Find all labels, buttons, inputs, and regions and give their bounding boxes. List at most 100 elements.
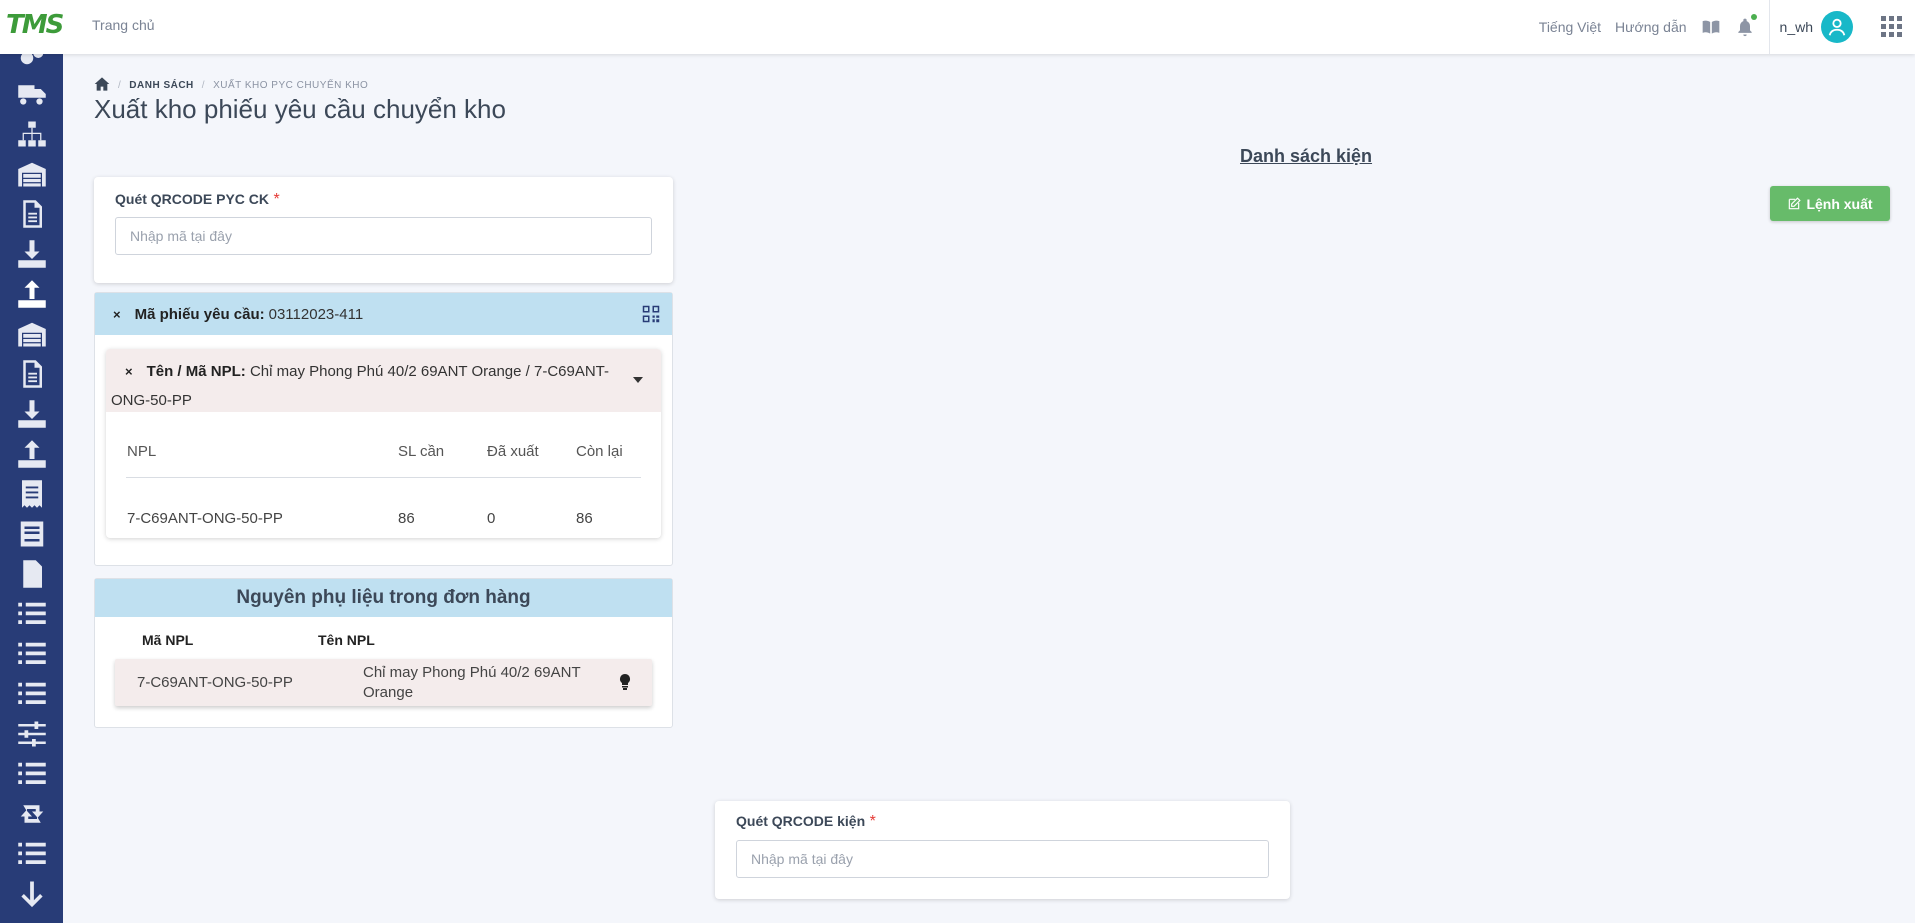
sidebar-item-receipts[interactable] bbox=[0, 474, 63, 514]
material-name: Chỉ may Phong Phú 40/2 69ANT Orange bbox=[363, 664, 581, 701]
language-selector[interactable]: Tiếng Việt bbox=[1539, 19, 1601, 35]
breadcrumb-separator: / bbox=[201, 80, 206, 91]
download-icon bbox=[17, 240, 46, 268]
table-divider bbox=[126, 477, 641, 478]
top-navbar: TMS Trang chủ Tiếng Việt Hướng dẫn n_wh bbox=[0, 0, 1915, 54]
sidebar-item-book[interactable] bbox=[0, 514, 63, 554]
sidebar-item-list-3[interactable] bbox=[0, 674, 63, 714]
sidebar-item-transfer[interactable] bbox=[0, 794, 63, 834]
breadcrumb-list[interactable]: DANH SÁCH bbox=[129, 80, 194, 91]
sidebar-item-transport[interactable] bbox=[0, 74, 63, 114]
list-icon bbox=[17, 762, 46, 784]
col-header-npl: NPL bbox=[127, 443, 157, 460]
cell-required-qty: 86 bbox=[398, 510, 415, 527]
gears-icon bbox=[20, 54, 43, 65]
sidebar-item-export-2[interactable] bbox=[0, 434, 63, 474]
scan-package-input[interactable]: Nhập mã tại đây bbox=[736, 840, 1269, 878]
request-header: × Mã phiếu yêu cầu: 03112023-411 bbox=[95, 293, 672, 335]
materials-title: Nguyên phụ liệu trong đơn hàng bbox=[95, 579, 672, 617]
qrcode-icon[interactable] bbox=[642, 305, 660, 323]
top-right-menu: Tiếng Việt Hướng dẫn n_wh bbox=[1539, 0, 1915, 54]
warehouse-icon bbox=[17, 162, 46, 187]
download-icon bbox=[17, 400, 46, 428]
sidebar-item-file[interactable] bbox=[0, 554, 63, 594]
truck-icon bbox=[17, 85, 46, 105]
scan-request-card: Quét QRCODE PYC CK * Nhập mã tại đây bbox=[94, 177, 673, 283]
upload-icon bbox=[17, 280, 46, 308]
breadcrumb-separator: / bbox=[118, 80, 122, 91]
npl-item-card: × Tên / Mã NPL: Chỉ may Phong Phú 40/2 69… bbox=[106, 349, 661, 538]
sidebar-item-list-4[interactable] bbox=[0, 754, 63, 794]
sidebar-item-list-2[interactable] bbox=[0, 634, 63, 674]
book-icon[interactable] bbox=[1701, 17, 1721, 37]
scan-request-label: Quét QRCODE PYC CK * bbox=[115, 191, 280, 208]
notification-bell-icon[interactable] bbox=[1735, 14, 1757, 37]
file-icon bbox=[22, 200, 42, 228]
username[interactable]: n_wh bbox=[1780, 19, 1813, 35]
close-npl-button[interactable]: × bbox=[125, 364, 133, 379]
cell-npl: 7-C69ANT-ONG-50-PP bbox=[127, 510, 283, 527]
page-title: Xuất kho phiếu yêu cầu chuyển kho bbox=[94, 94, 506, 124]
package-list-title[interactable]: Danh sách kiện bbox=[1240, 146, 1372, 167]
export-order-button[interactable]: Lệnh xuất bbox=[1770, 186, 1890, 221]
npl-name-label: Tên / Mã NPL: bbox=[146, 363, 246, 380]
breadcrumb: / DANH SÁCH / XUẤT KHO PYC CHUYỂN KHO bbox=[94, 76, 368, 95]
app-logo[interactable]: TMS bbox=[6, 12, 64, 38]
scan-request-input[interactable]: Nhập mã tại đây bbox=[115, 217, 652, 255]
request-panel: × Mã phiếu yêu cầu: 03112023-411 × Tên / … bbox=[94, 292, 673, 566]
breadcrumb-current: XUẤT KHO PYC CHUYỂN KHO bbox=[213, 80, 369, 91]
home-link[interactable]: Trang chủ bbox=[92, 17, 155, 33]
scan-package-label: Quét QRCODE kiện * bbox=[736, 813, 876, 830]
col-header-material-name: Tên NPL bbox=[318, 632, 375, 648]
sidebar-item-export[interactable] bbox=[0, 274, 63, 314]
material-row[interactable]: 7-C69ANT-ONG-50-PP Chỉ may Phong Phú 40/… bbox=[115, 659, 652, 706]
cell-exported: 0 bbox=[487, 510, 496, 527]
receipt-icon bbox=[21, 480, 42, 508]
sidebar-item-down[interactable] bbox=[0, 874, 63, 914]
sidebar bbox=[0, 54, 63, 923]
sidebar-item-warehouse-2[interactable] bbox=[0, 314, 63, 354]
col-header-remaining: Còn lại bbox=[576, 443, 623, 460]
materials-panel: Nguyên phụ liệu trong đơn hàng Mã NPL Tê… bbox=[94, 578, 673, 728]
topbar-divider bbox=[1768, 0, 1770, 54]
apps-grid-icon[interactable] bbox=[1881, 16, 1903, 38]
sidebar-item-settings-sliders[interactable] bbox=[0, 714, 63, 754]
user-avatar[interactable] bbox=[1821, 11, 1853, 43]
required-mark: * bbox=[869, 813, 876, 830]
guide-link[interactable]: Hướng dẫn bbox=[1615, 19, 1686, 35]
sidebar-item-import[interactable] bbox=[0, 234, 63, 274]
home-icon[interactable] bbox=[94, 76, 110, 95]
material-code: 7-C69ANT-ONG-50-PP bbox=[137, 674, 293, 691]
cell-remaining: 86 bbox=[576, 510, 593, 527]
col-header-material-code: Mã NPL bbox=[142, 632, 194, 648]
list-icon bbox=[17, 642, 46, 664]
sitemap-icon bbox=[17, 121, 46, 147]
chevron-down-icon[interactable] bbox=[633, 377, 643, 383]
close-request-button[interactable]: × bbox=[113, 307, 121, 322]
notification-dot bbox=[1750, 14, 1757, 20]
sidebar-item-list-1[interactable] bbox=[0, 594, 63, 634]
request-code-label: Mã phiếu yêu cầu: bbox=[134, 305, 265, 323]
sliders-icon bbox=[17, 721, 46, 747]
book-icon bbox=[20, 521, 43, 547]
sidebar-item-documents[interactable] bbox=[0, 194, 63, 234]
col-header-required-qty: SL cần bbox=[398, 443, 445, 460]
sidebar-item-warehouse[interactable] bbox=[0, 154, 63, 194]
list-icon bbox=[17, 682, 46, 704]
required-mark: * bbox=[273, 191, 280, 208]
sidebar-item-list-5[interactable] bbox=[0, 834, 63, 874]
export-order-label: Lệnh xuất bbox=[1806, 195, 1873, 212]
arrow-down-icon bbox=[20, 881, 43, 908]
col-header-exported: Đã xuất bbox=[487, 443, 539, 460]
sidebar-item-import-2[interactable] bbox=[0, 394, 63, 434]
npl-item-header[interactable]: × Tên / Mã NPL: Chỉ may Phong Phú 40/2 69… bbox=[106, 349, 661, 412]
logo-text: TMS bbox=[6, 10, 64, 40]
scan-package-card: Quét QRCODE kiện * Nhập mã tại đây bbox=[715, 801, 1290, 899]
file-icon bbox=[22, 360, 42, 388]
retweet-icon bbox=[20, 805, 43, 823]
warehouse-icon bbox=[17, 322, 46, 347]
lightbulb-icon[interactable] bbox=[618, 674, 632, 690]
sidebar-item-structure[interactable] bbox=[0, 114, 63, 154]
upload-icon bbox=[17, 440, 46, 468]
sidebar-item-documents-2[interactable] bbox=[0, 354, 63, 394]
